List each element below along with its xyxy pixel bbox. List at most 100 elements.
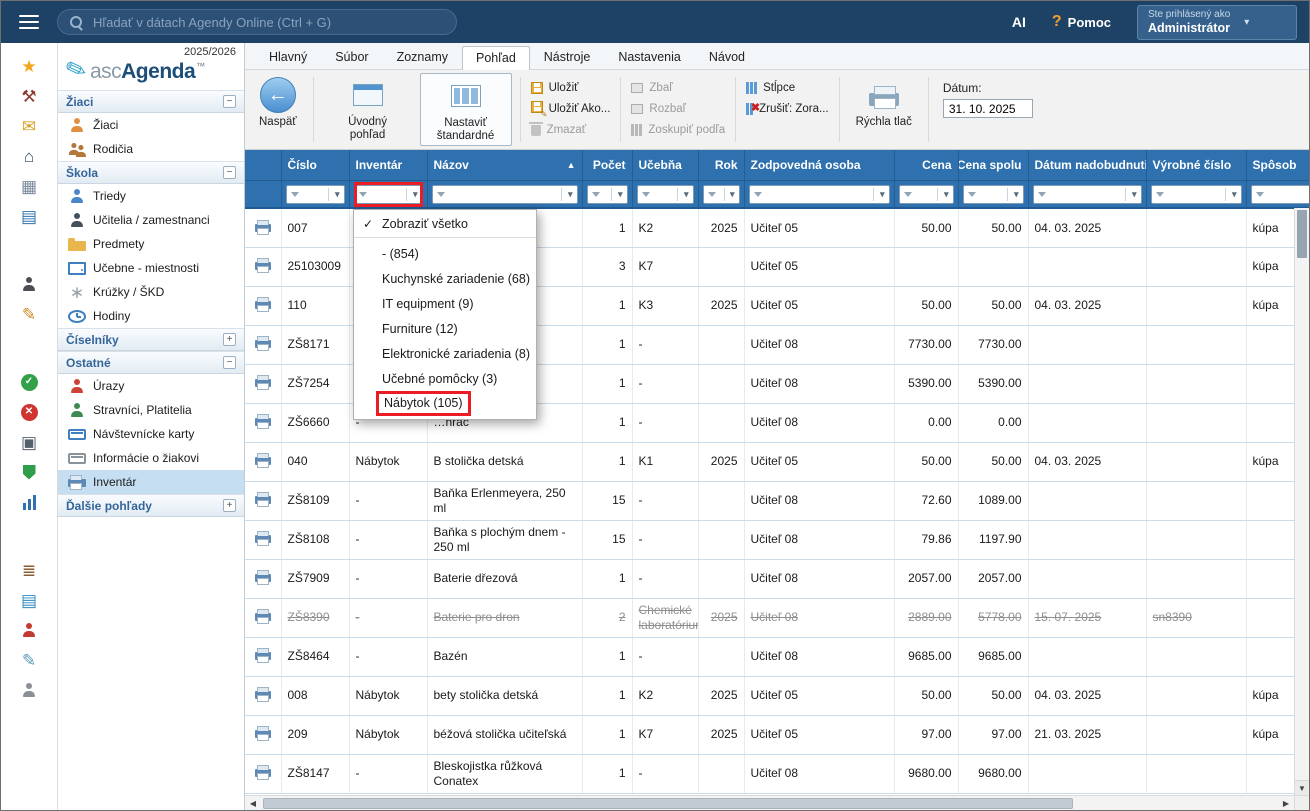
vertical-scroll-thumb[interactable]: [1297, 210, 1307, 258]
cancel-sort-button[interactable]: ✖ Zrušiť: Zora...: [746, 100, 829, 117]
expand-section-icon[interactable]: +: [223, 333, 236, 346]
sidebar-item-urazy[interactable]: Úrazy: [58, 374, 244, 398]
printer-row-icon[interactable]: [255, 262, 271, 270]
printer-row-icon[interactable]: [255, 769, 271, 777]
filter-zodpovedna-osoba[interactable]: ▾: [749, 185, 890, 204]
documents-nav-button[interactable]: ▤: [8, 585, 50, 615]
sidebar-section-ostatne[interactable]: Ostatné−: [58, 351, 244, 374]
column-header-cislo[interactable]: Číslo: [281, 150, 349, 180]
check-circle-nav-button[interactable]: ✓: [8, 367, 50, 397]
set-default-button[interactable]: Nastaviť štandardné: [420, 73, 512, 146]
sidebar-section-dalsie-pohlady[interactable]: Ďalšie pohľady+: [58, 494, 244, 517]
scroll-down-button[interactable]: ▼: [1295, 780, 1309, 795]
printer-row-icon[interactable]: [255, 379, 271, 387]
home-nav-button[interactable]: ⌂: [8, 141, 50, 171]
sidebar-item-ucitelia-zamestnanci[interactable]: Učitelia / zamestnanci: [58, 208, 244, 232]
shield-nav-button[interactable]: [8, 457, 50, 487]
date-input[interactable]: [943, 99, 1033, 118]
sidebar-item-navstevnicke-karty[interactable]: Návštevnícke karty: [58, 422, 244, 446]
column-header-cena-spolu[interactable]: Cena spolu: [958, 150, 1028, 180]
collapse-section-icon[interactable]: −: [223, 356, 236, 369]
table-row[interactable]: ZŠ8108-Baňka s plochým dnem - 250 ml15-U…: [245, 520, 1309, 559]
group-by-button[interactable]: Zoskupiť podľa: [631, 121, 725, 138]
column-header-datum-nadobudnutia[interactable]: Dátum nadobudnutia: [1028, 150, 1146, 180]
table-row[interactable]: 008Nábytokbety stolička detská1K22025Uči…: [245, 676, 1309, 715]
save-button[interactable]: Uložiť: [531, 79, 611, 96]
sidebar-item-ziaci[interactable]: Žiaci: [58, 113, 244, 137]
printer-row-icon[interactable]: [255, 730, 271, 738]
horizontal-scroll-thumb[interactable]: [263, 798, 1073, 809]
tab-subor[interactable]: Súbor: [321, 45, 382, 69]
columns-button[interactable]: Stĺpce: [746, 79, 829, 96]
table-row[interactable]: 040NábytokB stolička detská1K12025Učiteľ…: [245, 442, 1309, 481]
filter-datum-nadobudnutia[interactable]: ▾: [1033, 185, 1142, 204]
column-header-inventar[interactable]: Inventár: [349, 150, 427, 180]
collapse-button[interactable]: Zbaľ: [631, 79, 725, 96]
save-as-button[interactable]: ✎ Uložiť Ako...: [531, 100, 611, 117]
hamburger-menu-button[interactable]: [1, 13, 57, 31]
ai-button[interactable]: AI: [1012, 14, 1026, 30]
printer-row-icon[interactable]: [255, 496, 271, 504]
sidebar-item-informacie-o-ziakovi[interactable]: Informácie o žiakovi: [58, 446, 244, 470]
collapse-section-icon[interactable]: −: [223, 166, 236, 179]
pen-nav-button[interactable]: ✎: [8, 645, 50, 675]
student-nav-button[interactable]: [8, 269, 50, 299]
delete-button[interactable]: Zmazať: [531, 121, 611, 138]
mail-nav-button[interactable]: ✉: [8, 111, 50, 141]
printer-row-icon[interactable]: [255, 340, 271, 348]
sidebar-section-ziaci[interactable]: Žiaci−: [58, 90, 244, 113]
dropdown-item-it-equipment-9[interactable]: IT equipment (9): [354, 291, 536, 316]
filter-ucebna[interactable]: ▾: [637, 185, 694, 204]
timetable-nav-button[interactable]: ▦: [8, 171, 50, 201]
alert-circle-nav-button[interactable]: ✕: [8, 397, 50, 427]
printer-row-icon[interactable]: [255, 224, 271, 232]
table-row[interactable]: ZŠ8147-Bleskojistka růžková Conatex1-Uči…: [245, 754, 1309, 793]
filter-inventar[interactable]: ▾: [354, 185, 423, 204]
scroll-left-button[interactable]: ◀: [245, 796, 261, 810]
printer-row-icon[interactable]: [255, 457, 271, 465]
printer-row-icon[interactable]: [255, 301, 271, 309]
table-row[interactable]: ZŠ8464-Bazén1-Učiteľ 089685.009685.00: [245, 637, 1309, 676]
sidebar-item-kruzky-skd[interactable]: ∗Krúžky / ŠKD: [58, 280, 244, 304]
expand-button[interactable]: Rozbaľ: [631, 100, 725, 117]
column-header-pocet[interactable]: Počet: [582, 150, 632, 180]
filter-sposob[interactable]: ▾: [1251, 185, 1310, 204]
expand-section-icon[interactable]: +: [223, 499, 236, 512]
table-row[interactable]: 209Nábytokbéžová stolička učiteľská1K720…: [245, 715, 1309, 754]
sidebar-section-skola[interactable]: Škola−: [58, 161, 244, 184]
sidebar-section-ciselniky[interactable]: Číselníky+: [58, 328, 244, 351]
tools-nav-button[interactable]: ⚒: [8, 81, 50, 111]
table-row[interactable]: ZŠ7909-Baterie dřezová1-Učiteľ 082057.00…: [245, 559, 1309, 598]
person-red-nav-button[interactable]: [8, 615, 50, 645]
dropdown-item-zobrazit-vsetko[interactable]: ✓Zobraziť všetko: [354, 213, 536, 238]
chart-nav-button[interactable]: [8, 487, 50, 517]
gradebook-nav-button[interactable]: ▤: [8, 201, 50, 231]
sidebar-item-inventar[interactable]: Inventár: [58, 470, 244, 494]
back-button[interactable]: ← Naspäť: [251, 73, 305, 146]
user-menu[interactable]: Ste prihlásený ako Administrátor ▾: [1137, 5, 1297, 40]
tab-nastavenia[interactable]: Nastavenia: [604, 45, 695, 69]
filter-cena[interactable]: ▾: [899, 185, 954, 204]
home-view-button[interactable]: Úvodný pohľad: [322, 73, 414, 146]
horizontal-scrollbar[interactable]: ◀ ▶: [245, 795, 1294, 810]
column-header-zodpovedna-osoba[interactable]: Zodpovedná osoba: [744, 150, 894, 180]
dropdown-item-kuchynske-zariadenie-68[interactable]: Kuchynské zariadenie (68): [354, 266, 536, 291]
column-header-rok[interactable]: Rok: [698, 150, 744, 180]
sidebar-item-stravnici-platitelia[interactable]: Stravníci, Platitelia: [58, 398, 244, 422]
printer-row-icon[interactable]: [255, 418, 271, 426]
tab-zoznamy[interactable]: Zoznamy: [383, 45, 462, 69]
printer-row-icon[interactable]: [255, 652, 271, 660]
quick-print-button[interactable]: Rýchla tlač: [848, 73, 920, 146]
column-header-ucebna[interactable]: Učebňa: [632, 150, 698, 180]
library-nav-button[interactable]: ≣: [8, 555, 50, 585]
help-button[interactable]: ? Pomoc: [1052, 13, 1111, 31]
tab-hlavny[interactable]: Hlavný: [255, 45, 321, 69]
printer-row-icon[interactable]: [255, 613, 271, 621]
collapse-section-icon[interactable]: −: [223, 95, 236, 108]
printer-row-icon[interactable]: [255, 691, 271, 699]
favorites-star-nav-button[interactable]: ★: [8, 51, 50, 81]
filter-rok[interactable]: ▾: [703, 185, 740, 204]
dropdown-item-854[interactable]: - (854): [354, 241, 536, 266]
column-header-nazov[interactable]: Názov▲: [427, 150, 582, 180]
global-search[interactable]: [57, 9, 457, 35]
